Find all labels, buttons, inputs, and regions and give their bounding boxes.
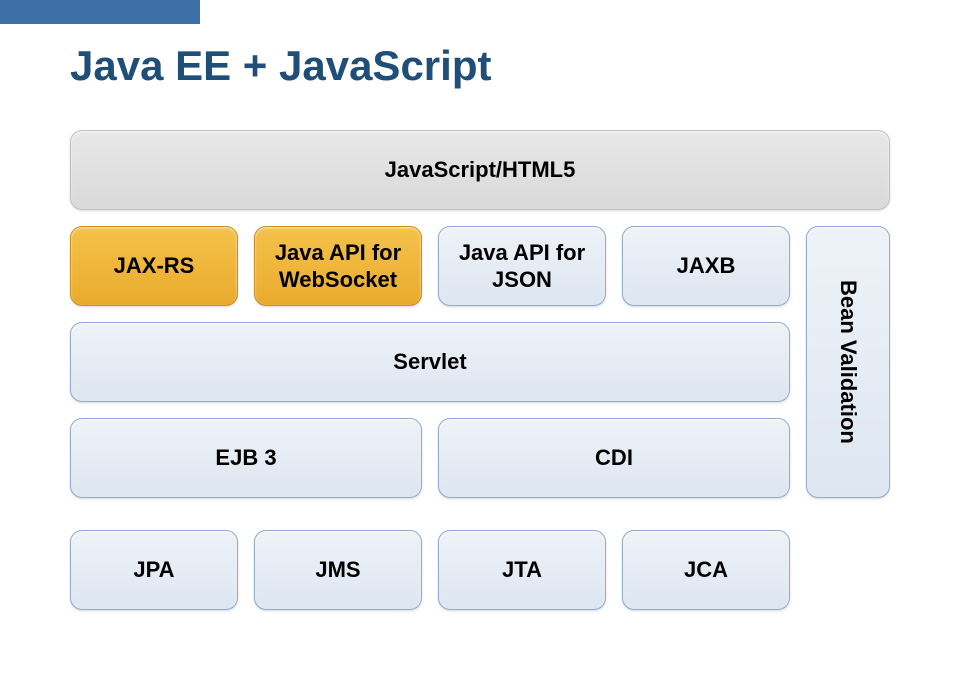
layer-jta: JTA [438, 530, 606, 610]
api-jaxrs-label: JAX-RS [114, 252, 195, 280]
layer-jca-label: JCA [684, 556, 728, 584]
layer-bean-validation-label: Bean Validation [834, 280, 862, 444]
page-title: Java EE + JavaScript [70, 42, 491, 90]
api-jaxrs: JAX-RS [70, 226, 238, 306]
api-jaxb-label: JAXB [677, 252, 736, 280]
layer-ejb3-label: EJB 3 [215, 444, 276, 472]
accent-bar [0, 0, 200, 24]
layer-servlet-label: Servlet [393, 348, 466, 376]
layer-cdi-label: CDI [595, 444, 633, 472]
layer-frontend: JavaScript/HTML5 [70, 130, 890, 210]
layer-jta-label: JTA [502, 556, 542, 584]
layer-jca: JCA [622, 530, 790, 610]
layer-servlet: Servlet [70, 322, 790, 402]
layer-jms-label: JMS [315, 556, 360, 584]
layer-ejb3: EJB 3 [70, 418, 422, 498]
layer-jpa: JPA [70, 530, 238, 610]
layer-jms: JMS [254, 530, 422, 610]
api-websocket: Java API for WebSocket [254, 226, 422, 306]
api-websocket-label: Java API for WebSocket [275, 239, 401, 294]
layer-jpa-label: JPA [133, 556, 174, 584]
layer-bean-validation: Bean Validation [806, 226, 890, 498]
layer-frontend-label: JavaScript/HTML5 [385, 156, 576, 184]
layer-cdi: CDI [438, 418, 790, 498]
api-jaxb: JAXB [622, 226, 790, 306]
api-json-label: Java API for JSON [459, 239, 585, 294]
api-json: Java API for JSON [438, 226, 606, 306]
